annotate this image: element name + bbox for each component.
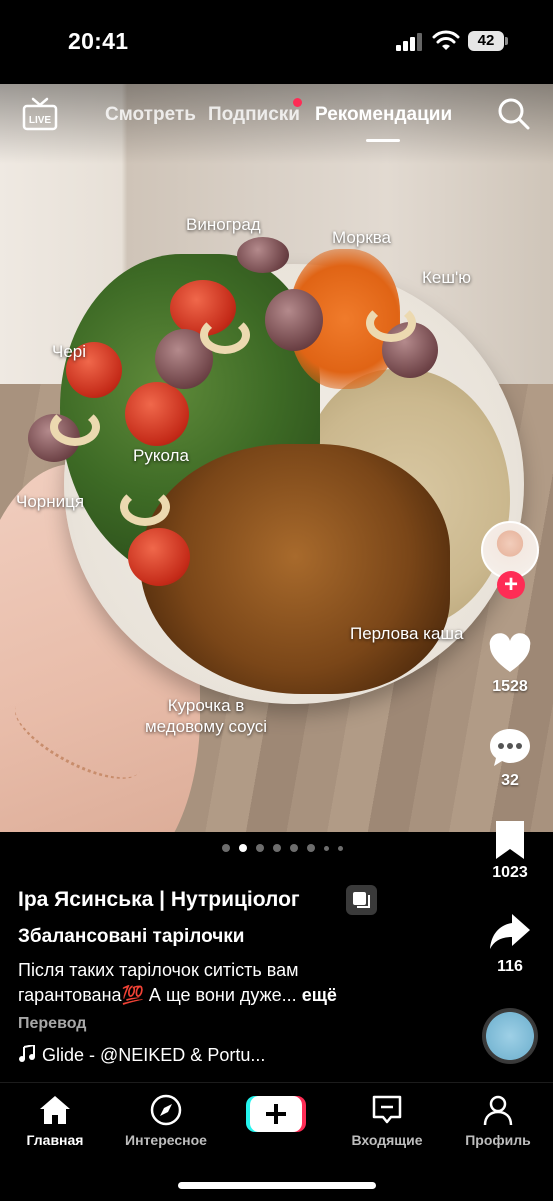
tab-discover-label: Интересное	[125, 1132, 207, 1148]
live-label: LIVE	[29, 115, 52, 126]
image-stack-icon	[353, 892, 370, 908]
live-icon[interactable]: LIVE	[22, 97, 58, 131]
tab-discover[interactable]: Интересное	[116, 1093, 216, 1148]
author-name[interactable]: Іра Ясинська | Нутриціолог	[18, 888, 300, 912]
page-dot	[222, 844, 230, 852]
wifi-icon	[432, 30, 460, 50]
grape	[265, 289, 323, 351]
photo-mode-badge	[346, 885, 377, 915]
share-arrow-icon[interactable]	[488, 910, 532, 954]
label-arugula: Рукола	[133, 446, 189, 465]
battery-level: 42	[468, 31, 504, 51]
page-dot	[324, 845, 329, 851]
label-carrot: Морква	[332, 228, 391, 247]
status-time: 20:41	[68, 28, 129, 54]
tab-home[interactable]: Главная	[5, 1093, 105, 1148]
label-chicken-line2: медовому соусі	[144, 717, 268, 736]
label-cashew: Кеш'ю	[422, 268, 471, 287]
label-chicken: Курочка в медовому соусі	[140, 695, 272, 737]
tab-home-label: Главная	[26, 1132, 84, 1148]
compass-icon	[150, 1094, 182, 1126]
translate-link[interactable]: Перевод	[18, 1015, 86, 1033]
bookmark-icon[interactable]	[488, 818, 532, 862]
active-tab-indicator	[366, 139, 400, 142]
description-line-1: Після таких тарілочок ситість вам	[18, 960, 299, 980]
saves-count: 1023	[492, 864, 528, 881]
comments-count: 32	[501, 772, 519, 789]
post-description[interactable]: Після таких тарілочок ситість вам гарант…	[18, 958, 458, 1008]
description-line-2: гарантована💯 А ще вони дуже...	[18, 985, 297, 1005]
profile-icon	[483, 1095, 513, 1126]
create-plus-button[interactable]	[246, 1094, 306, 1134]
page-dot	[290, 844, 298, 852]
cellular-signal-icon	[396, 33, 422, 51]
tab-inbox-label: Входящие	[351, 1132, 423, 1148]
cashew	[120, 488, 170, 526]
music-track-name: Glide - @NEIKED & Portu...	[42, 1045, 266, 1065]
music-note-icon	[19, 1045, 35, 1062]
comment-icon[interactable]	[488, 726, 532, 770]
tab-following[interactable]: Подписки	[208, 104, 300, 126]
label-blueberry: Чорниця	[16, 492, 85, 511]
tab-profile-label: Профиль	[465, 1132, 531, 1148]
page-dot	[273, 844, 281, 852]
carousel-pagination	[222, 843, 343, 853]
post-title: Збалансовані тарілочки	[18, 926, 245, 947]
battery-icon	[505, 37, 508, 45]
page-dot	[338, 845, 343, 851]
cashew	[50, 408, 100, 446]
label-grape: Виноград	[186, 215, 261, 234]
like-heart-icon[interactable]	[488, 632, 532, 676]
following-notification-dot	[293, 98, 302, 107]
inbox-icon	[372, 1095, 402, 1124]
shares-count: 116	[497, 958, 523, 975]
page-dot-active	[239, 844, 247, 852]
music-track[interactable]: Glide - @NEIKED & Portu...	[18, 1045, 265, 1066]
label-chicken-line1: Курочка в	[167, 696, 245, 715]
cashew	[200, 316, 250, 354]
status-bar: 20:41 42	[0, 0, 553, 84]
likes-count: 1528	[492, 678, 528, 695]
label-barley: Перлова каша	[350, 624, 464, 643]
cashew	[366, 304, 416, 342]
video-media[interactable]: Виноград Морква Кеш'ю Чері Рукола Чорниц…	[0, 84, 553, 832]
tab-for-you[interactable]: Рекомендации	[315, 104, 452, 126]
label-cherry: Чері	[52, 342, 87, 361]
music-disc[interactable]	[482, 1008, 538, 1064]
more-link[interactable]: ещё	[302, 985, 337, 1005]
tomato	[125, 382, 189, 446]
tomato	[128, 528, 190, 586]
page-dot	[256, 844, 264, 852]
search-icon[interactable]	[497, 97, 531, 131]
home-indicator	[178, 1182, 376, 1189]
grape	[237, 237, 289, 273]
home-icon	[40, 1096, 70, 1124]
page-dot	[307, 844, 315, 852]
tab-profile[interactable]: Профиль	[448, 1093, 548, 1148]
tab-inbox[interactable]: Входящие	[337, 1093, 437, 1148]
tab-watch[interactable]: Смотреть	[105, 104, 196, 126]
follow-plus-button[interactable]: +	[497, 571, 525, 599]
